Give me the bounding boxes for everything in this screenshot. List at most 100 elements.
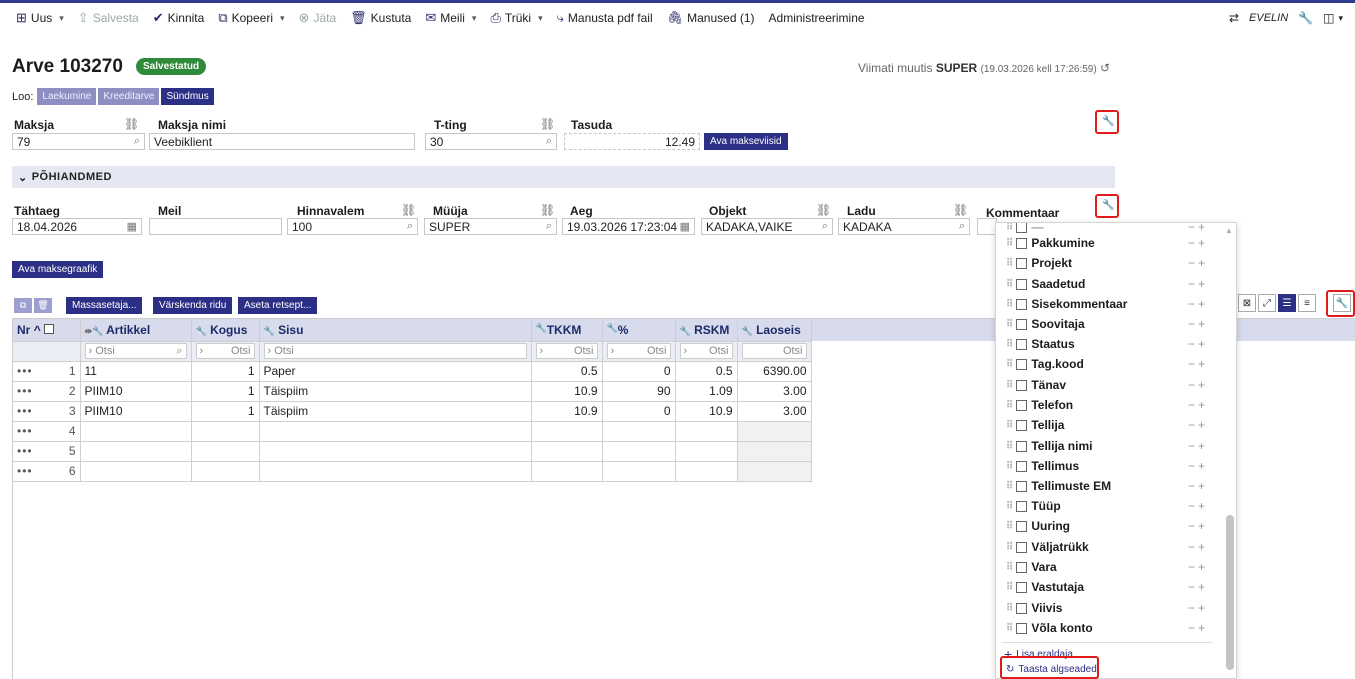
excel-icon[interactable]: ⊠ (1238, 294, 1256, 312)
drag-handle-icon[interactable]: ⠿ (1006, 521, 1013, 532)
search-icon[interactable]: ⌕ (407, 220, 413, 233)
set-recipe-button[interactable]: Aseta retsept... (238, 297, 318, 314)
content-cell[interactable] (259, 421, 532, 442)
drag-handle-icon[interactable]: ⠿ (1006, 279, 1013, 290)
search-input[interactable]: › Otsi ⌕ (84, 343, 187, 359)
list-item[interactable]: ⠿ Tellija nimi −+ (1006, 436, 1231, 456)
wrench-icon[interactable]: 🔧 (1298, 11, 1313, 25)
quantity-cell[interactable] (191, 461, 260, 482)
search-input[interactable]: › Otsi (195, 343, 255, 359)
drag-handle-icon[interactable]: ⠿ (1006, 359, 1013, 370)
drag-handle-icon[interactable]: ⠿ (1006, 623, 1013, 634)
checkbox[interactable] (1016, 581, 1028, 593)
search-icon[interactable]: ⌕ (959, 220, 965, 233)
link-icon[interactable]: ⛓ (124, 117, 139, 131)
chevron-down-icon[interactable]: ▾ (1338, 13, 1343, 24)
list-item[interactable]: ⠿ Tellija −+ (1006, 415, 1231, 435)
article-cell[interactable]: PIIM10 (80, 381, 192, 402)
tkkm-cell[interactable] (531, 441, 603, 462)
calendar-icon[interactable]: ▦ (127, 220, 137, 233)
link-icon[interactable]: ⛓ (540, 203, 555, 217)
col-tkkm[interactable]: 🔧 TKKM (531, 319, 603, 342)
search-icon[interactable]: ⌕ (546, 220, 552, 233)
terms-field[interactable]: 30 ⌕ (425, 133, 557, 150)
scrollbar[interactable] (1226, 515, 1234, 670)
row-number-cell[interactable]: ••• 2 (13, 381, 81, 402)
percent-cell[interactable]: 0 (602, 401, 676, 422)
email-field[interactable] (149, 218, 282, 235)
scroll-up-icon[interactable]: ▲ (1225, 226, 1233, 235)
checkbox[interactable] (1016, 338, 1028, 350)
skip-button[interactable]: ⊗ Jäta (299, 10, 337, 26)
warehouse-field[interactable]: KADAKA ⌕ (838, 218, 970, 235)
layout-icon[interactable]: ◫ (1323, 11, 1334, 25)
rskm-cell[interactable] (675, 441, 738, 462)
list-item[interactable]: ⠿ Tänav −+ (1006, 375, 1231, 395)
payer-name-field[interactable]: Veebiklient (149, 133, 415, 150)
checkbox[interactable] (1016, 602, 1028, 614)
create-event-button[interactable]: Sündmus (161, 88, 214, 105)
drag-handle-icon[interactable]: ⠿ (1006, 420, 1013, 431)
checkbox[interactable] (1016, 541, 1028, 553)
content-cell[interactable]: Täispiim (259, 381, 532, 402)
search-icon[interactable]: ⌕ (822, 220, 828, 233)
content-cell[interactable] (259, 441, 532, 462)
payment-schedule-button[interactable]: Ava maksegraafik (12, 261, 104, 278)
row-number-cell[interactable]: ••• 4 (13, 421, 81, 442)
minus-plus-icon[interactable]: −+ (1188, 357, 1208, 371)
rskm-cell[interactable]: 10.9 (675, 401, 738, 422)
content-cell[interactable]: Paper (259, 361, 532, 382)
quantity-cell[interactable] (191, 441, 260, 462)
search-input[interactable]: › Otsi (679, 343, 733, 359)
minus-plus-icon[interactable]: −+ (1188, 337, 1208, 351)
email-button[interactable]: ✉ Meili ▾ (425, 10, 476, 26)
wrench-icon[interactable]: 🔧 (1102, 116, 1114, 127)
search-input[interactable]: Otsi (741, 343, 807, 359)
row-menu-icon[interactable]: ••• (17, 364, 33, 378)
mass-setter-button[interactable]: Massasetaja... (66, 297, 143, 314)
col-content[interactable]: 🔧 Sisu (259, 319, 532, 342)
percent-cell[interactable] (602, 421, 676, 442)
checkbox[interactable] (1016, 237, 1028, 249)
seller-field[interactable]: SUPER ⌕ (424, 218, 557, 235)
minus-plus-icon[interactable]: −+ (1188, 236, 1208, 250)
minus-plus-icon[interactable]: −+ (1188, 580, 1208, 594)
col-percent[interactable]: 🔧% (602, 319, 676, 342)
drag-handle-icon[interactable]: ⠿ (1006, 461, 1013, 472)
link-icon[interactable]: ⛓ (953, 203, 968, 217)
drag-handle-icon[interactable]: ⠿ (1006, 441, 1013, 452)
row-menu-icon[interactable]: ••• (17, 444, 33, 458)
tkkm-cell[interactable]: 10.9 (531, 401, 603, 422)
checkbox[interactable] (1016, 480, 1028, 492)
drag-handle-icon[interactable]: ⠿ (1006, 582, 1013, 593)
swap-icon[interactable]: ⇄ (1229, 11, 1239, 25)
article-cell[interactable]: PIIM10 (80, 401, 192, 422)
attachments-button[interactable]: 🖇 Manused (1) (667, 10, 755, 26)
object-field[interactable]: KADAKA,VAIKE ⌕ (701, 218, 833, 235)
drag-handle-icon[interactable]: ⠿ (1006, 238, 1013, 249)
table-row[interactable]: ••• 2 PIIM10 1 Täispiim 10.9 90 1.09 3.00 (13, 381, 812, 402)
refresh-rows-button[interactable]: Värskenda ridu (153, 297, 233, 314)
list-item[interactable]: ⠿ Vastutaja −+ (1006, 577, 1231, 597)
drag-handle-icon[interactable]: ⠿ (1006, 319, 1013, 330)
admin-button[interactable]: Administreerimine (769, 11, 865, 25)
col-stock[interactable]: 🔧 Laoseis (737, 319, 812, 342)
drag-handle-icon[interactable]: ⠿ (1006, 223, 1013, 233)
checkbox[interactable] (1016, 622, 1028, 634)
tkkm-cell[interactable]: 10.9 (531, 381, 603, 402)
list-item[interactable]: ⠿ Uuring −+ (1006, 516, 1231, 536)
wrench-icon[interactable]: 🔧 (1102, 200, 1114, 211)
list-item[interactable]: ⠿ Saadetud −+ (1006, 274, 1231, 294)
checkbox[interactable] (1016, 460, 1028, 472)
list-item[interactable]: ⠿ Väljatrükk −+ (1006, 537, 1231, 557)
create-receipt-button[interactable]: Laekumine (37, 88, 97, 105)
content-cell[interactable] (259, 461, 532, 482)
expand-icon[interactable]: ⤢ (1258, 294, 1276, 312)
payment-methods-button[interactable]: Ava makseviisid (704, 133, 788, 150)
list-item[interactable]: ⠿ Soovitaja −+ (1006, 314, 1231, 334)
new-button[interactable]: ⊞ Uus ▾ (16, 10, 64, 26)
confirm-button[interactable]: ✔ Kinnita (153, 10, 205, 26)
list-item[interactable]: ⠿ Pakkumine −+ (1006, 233, 1231, 253)
table-row[interactable]: ••• 6 (13, 461, 812, 482)
checkbox[interactable] (1016, 358, 1028, 370)
